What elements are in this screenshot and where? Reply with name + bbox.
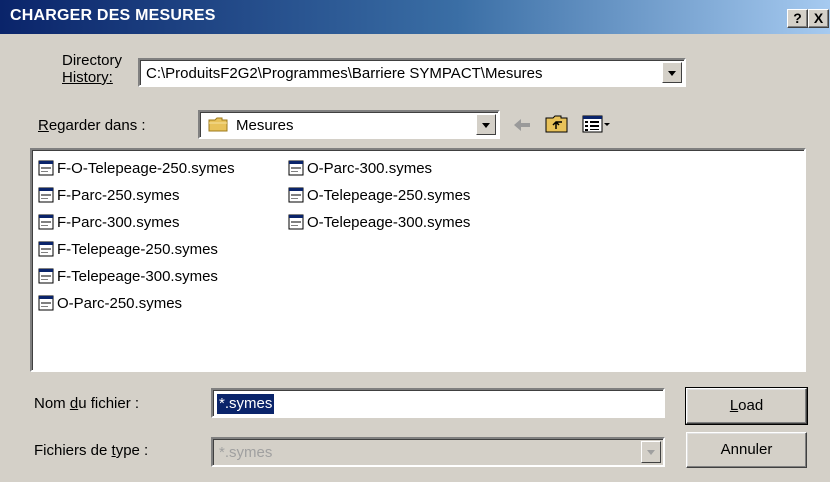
file-icon	[288, 187, 304, 203]
file-name: O-Telepeage-300.symes	[307, 213, 471, 231]
file-icon	[38, 187, 54, 203]
look-in-label-mnemonic: R	[38, 117, 49, 134]
file-item[interactable]: F-Parc-300.symes	[38, 212, 180, 232]
file-item[interactable]: F-O-Telepeage-250.symes	[38, 158, 235, 178]
up-folder-icon[interactable]	[545, 114, 569, 134]
look-in-value: Mesures	[236, 117, 294, 134]
file-icon	[38, 214, 54, 230]
file-item[interactable]: O-Telepeage-250.symes	[288, 185, 470, 205]
file-item[interactable]: O-Parc-300.symes	[288, 158, 432, 178]
file-name: F-Telepeage-300.symes	[57, 267, 218, 285]
file-item[interactable]: F-Parc-250.symes	[38, 185, 180, 205]
filetype-combo: *.symes	[211, 437, 665, 467]
help-button[interactable]: ?	[787, 9, 808, 28]
close-button[interactable]: X	[808, 9, 829, 28]
file-icon	[288, 160, 304, 176]
directory-history-combo[interactable]: C:\ProduitsF2G2\Programmes\Barriere SYMP…	[138, 58, 686, 87]
file-icon	[38, 241, 54, 257]
directory-history-label-line1: Directory	[62, 52, 123, 69]
filetype-value: *.symes	[219, 444, 273, 461]
file-name: F-Parc-250.symes	[57, 186, 180, 204]
filename-label-a: Nom	[34, 395, 70, 412]
directory-history-value: C:\ProduitsF2G2\Programmes\Barriere SYMP…	[146, 65, 543, 82]
directory-history-label-line2: History:	[62, 69, 113, 86]
file-item[interactable]: O-Parc-250.symes	[38, 293, 182, 313]
load-button[interactable]: Load	[685, 387, 808, 425]
filename-label-mnemonic: d	[69, 395, 79, 412]
filetype-label-a: Fichiers de	[34, 442, 112, 459]
load-button-mnemonic: L	[729, 397, 739, 414]
file-name: F-Parc-300.symes	[57, 213, 180, 231]
title-bar: CHARGER DES MESURES ? X	[0, 0, 830, 34]
look-in-label-text: egarder dans :	[48, 117, 146, 134]
look-in-label: Regarder dans :	[38, 117, 146, 134]
file-icon	[38, 160, 54, 176]
file-icon	[288, 214, 304, 230]
folder-icon	[208, 117, 228, 132]
file-name: F-Telepeage-250.symes	[57, 240, 218, 258]
file-name: F-O-Telepeage-250.symes	[57, 159, 235, 177]
filename-value: *.symes	[217, 394, 275, 414]
window-title: CHARGER DES MESURES	[10, 7, 216, 24]
file-item[interactable]: F-Telepeage-250.symes	[38, 239, 218, 259]
file-list[interactable]: F-O-Telepeage-250.symes F-Parc-250.symes…	[30, 148, 806, 372]
filetype-label: Fichiers de type :	[34, 442, 148, 459]
look-in-dropdown-button[interactable]	[476, 114, 496, 135]
filename-input[interactable]: *.symes	[211, 388, 665, 418]
look-in-combo[interactable]: Mesures	[198, 110, 500, 139]
file-name: O-Parc-300.symes	[307, 159, 433, 177]
filename-label-b: u fichier :	[78, 395, 140, 412]
file-item[interactable]: O-Telepeage-300.symes	[288, 212, 470, 232]
file-name: O-Parc-250.symes	[57, 294, 183, 312]
filetype-dropdown-button	[641, 441, 661, 463]
directory-history-dropdown-button[interactable]	[662, 62, 682, 83]
file-icon	[38, 268, 54, 284]
filename-label: Nom du fichier :	[34, 395, 139, 412]
cancel-button[interactable]: Annuler	[686, 432, 807, 468]
view-menu-icon[interactable]	[582, 114, 612, 134]
file-icon	[38, 295, 54, 311]
load-button-text: oad	[738, 397, 764, 414]
file-name: O-Telepeage-250.symes	[307, 186, 471, 204]
back-arrow-icon[interactable]	[512, 117, 532, 133]
directory-history-label: Directory History:	[62, 52, 122, 86]
file-item[interactable]: F-Telepeage-300.symes	[38, 266, 218, 286]
filetype-label-b: ype :	[115, 442, 149, 459]
